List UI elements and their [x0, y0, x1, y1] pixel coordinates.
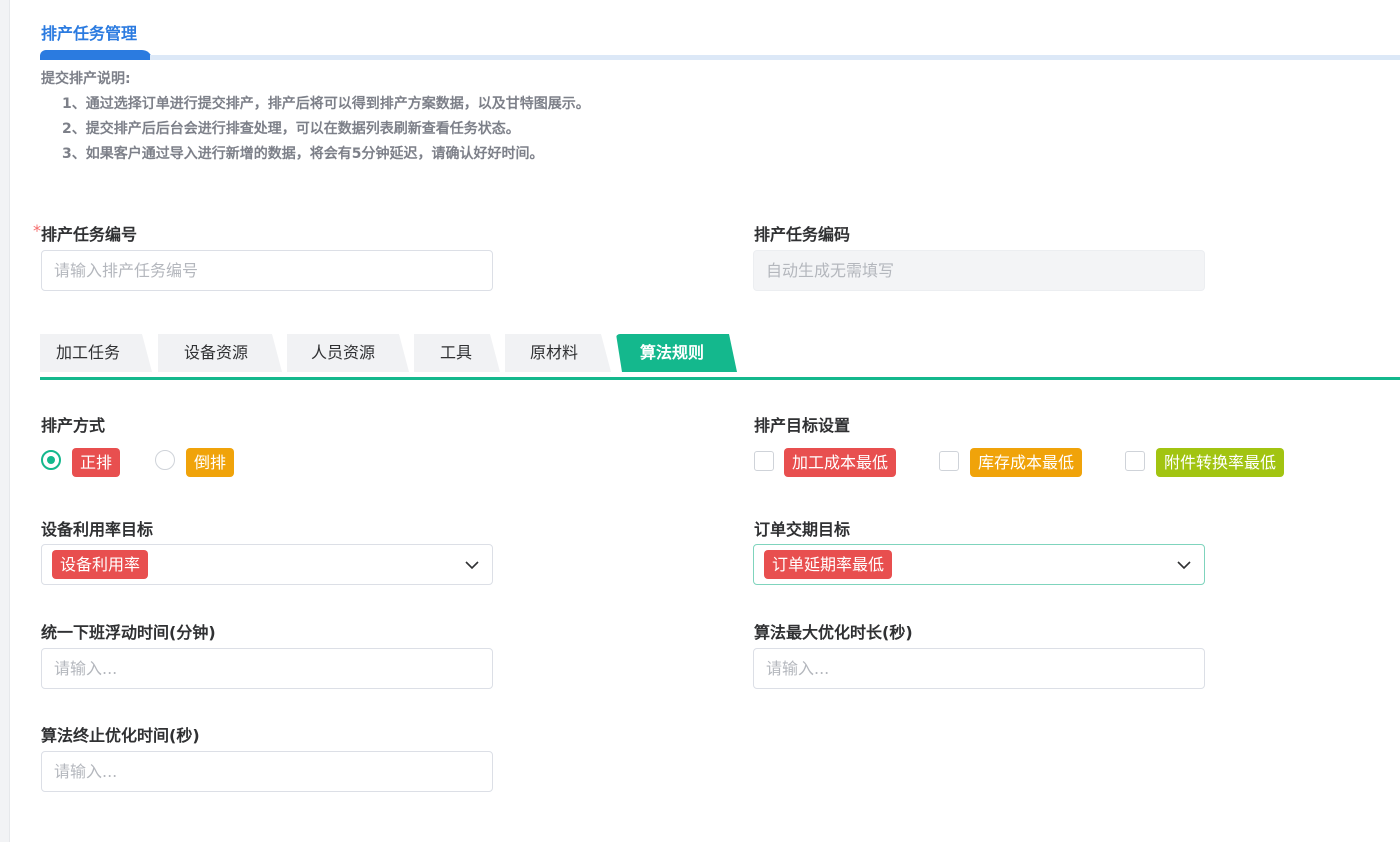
backward-radio[interactable] [155, 450, 175, 470]
utilization-select[interactable]: 设备利用率 [41, 544, 493, 585]
notes-title: 提交排产说明: [41, 71, 131, 87]
float-time-input[interactable] [41, 648, 493, 689]
tab-personnel-resources[interactable]: 人员资源 [287, 334, 409, 372]
stop-opt-input[interactable] [41, 751, 493, 792]
chevron-down-icon [465, 561, 479, 570]
delivery-label: 订单交期目标 [754, 520, 851, 539]
task-code-input [753, 250, 1205, 291]
processing-cost-tag[interactable]: 加工成本最低 [784, 448, 897, 477]
task-no-label-text: 排产任务编号 [41, 225, 138, 244]
processing-cost-checkbox[interactable] [754, 451, 774, 471]
inventory-cost-checkbox[interactable] [939, 451, 959, 471]
tab-raw-materials[interactable]: 原材料 [505, 334, 611, 372]
forward-radio[interactable] [41, 450, 61, 470]
note-line: 2、提交排产后后台会进行排查处理，可以在数据列表刷新查看任务状态。 [62, 121, 520, 137]
target-label: 排产目标设置 [754, 416, 851, 435]
note-line: 3、如果客户通过导入进行新增的数据，将会有5分钟延迟，请确认好好时间。 [62, 146, 544, 162]
backward-tag[interactable]: 倒排 [186, 448, 235, 477]
attachment-rate-tag[interactable]: 附件转换率最低 [1156, 448, 1285, 477]
left-rail [0, 0, 10, 842]
tab-processing-task[interactable]: 加工任务 [40, 334, 152, 372]
attachment-rate-checkbox[interactable] [1125, 451, 1145, 471]
delivery-select[interactable]: 订单延期率最低 [753, 544, 1205, 585]
task-code-label: 排产任务编码 [754, 225, 851, 244]
max-opt-label: 算法最大优化时长(秒) [754, 623, 913, 642]
delivery-selected-tag: 订单延期率最低 [764, 550, 893, 579]
tab-algorithm-rules[interactable]: 算法规则 [616, 334, 737, 372]
forward-tag[interactable]: 正排 [72, 448, 121, 477]
method-label: 排产方式 [41, 416, 106, 435]
header-tab-indicator [40, 50, 152, 60]
utilization-selected-tag: 设备利用率 [52, 550, 149, 579]
chevron-down-icon [1177, 561, 1191, 570]
required-mark: * [33, 221, 41, 240]
task-no-label: * 排产任务编号 [33, 221, 138, 245]
tabs-underline [40, 377, 1400, 380]
note-line: 1、通过选择订单进行提交排产，排产后将可以得到排产方案数据，以及甘特图展示。 [62, 96, 590, 112]
tab-tools[interactable]: 工具 [414, 334, 500, 372]
max-opt-input[interactable] [753, 648, 1205, 689]
float-time-label: 统一下班浮动时间(分钟) [41, 623, 216, 642]
tab-equipment-resources[interactable]: 设备资源 [158, 334, 282, 372]
stop-opt-label: 算法终止优化时间(秒) [41, 726, 200, 745]
utilization-label: 设备利用率目标 [41, 520, 154, 539]
task-no-input[interactable] [41, 250, 493, 291]
header-divider [150, 55, 1400, 60]
page-title[interactable]: 排产任务管理 [41, 20, 137, 44]
inventory-cost-tag[interactable]: 库存成本最低 [970, 448, 1083, 477]
